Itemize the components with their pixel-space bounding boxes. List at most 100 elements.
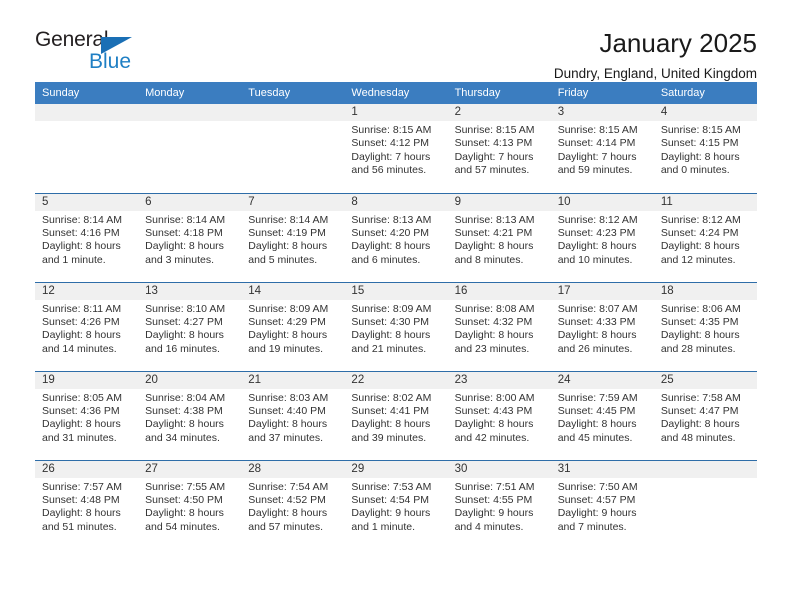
calendar-day-cell[interactable]: 1 Sunrise: 8:15 AM Sunset: 4:12 PM Daylight…: [344, 104, 448, 193]
sunset-text: Sunset: 4:15 PM: [660, 137, 739, 150]
sunrise-text: Sunrise: 8:08 AM: [454, 302, 535, 315]
day-number: 3: [550, 104, 654, 121]
calendar-day-cell[interactable]: 3 Sunrise: 8:15 AM Sunset: 4:14 PM Daylight…: [550, 104, 654, 193]
calendar-day-cell[interactable]: 9 Sunrise: 8:13 AM Sunset: 4:21 PM Daylight…: [447, 192, 551, 282]
weekday-header-wednesday: Wednesday: [344, 82, 448, 104]
daylight-text: Daylight: 8 hours: [660, 150, 740, 163]
daylight-text: Daylight: 8 hours: [351, 240, 431, 253]
day-cell-content: [241, 104, 345, 193]
sunset-text: Sunset: 4:47 PM: [660, 404, 739, 417]
day-cell-content: 5 Sunrise: 8:14 AM Sunset: 4:16 PM Daylight…: [35, 193, 139, 282]
calendar-day-cell[interactable]: 7 Sunrise: 8:14 AM Sunset: 4:19 PM Daylight…: [241, 192, 345, 282]
day-sun-info: Sunrise: 8:12 AM Sunset: 4:23 PM Daylight:…: [551, 211, 654, 268]
calendar-day-cell[interactable]: 19 Sunrise: 8:05 AM Sunset: 4:36 PM Dayligh…: [35, 370, 139, 460]
calendar-day-cell[interactable]: 27 Sunrise: 7:55 AM Sunset: 4:50 PM Dayligh…: [138, 459, 242, 549]
calendar-day-cell[interactable]: 26 Sunrise: 7:57 AM Sunset: 4:48 PM Dayligh…: [35, 459, 139, 549]
logo-text-blue: Blue: [89, 50, 132, 73]
sunrise-text: Sunrise: 8:11 AM: [42, 302, 122, 315]
daylight-text: Daylight: 8 hours: [145, 329, 224, 342]
day-number: 11: [653, 193, 757, 211]
calendar-day-cell[interactable]: 21 Sunrise: 8:03 AM Sunset: 4:40 PM Dayligh…: [241, 370, 345, 460]
calendar-day-cell[interactable]: 23 Sunrise: 8:00 AM Sunset: 4:43 PM Dayligh…: [447, 370, 551, 460]
day-number: 19: [35, 371, 139, 389]
daylight-text: and 4 minutes.: [454, 520, 524, 533]
day-cell-content: 2 Sunrise: 8:15 AM Sunset: 4:13 PM Daylight…: [447, 104, 551, 193]
day-cell-content: 1 Sunrise: 8:15 AM Sunset: 4:12 PM Daylight…: [344, 104, 448, 193]
sunrise-text: Sunrise: 8:04 AM: [145, 391, 226, 404]
calendar-day-cell[interactable]: 13 Sunrise: 8:10 AM Sunset: 4:27 PM Dayligh…: [138, 281, 242, 371]
sunset-text: Sunset: 4:24 PM: [660, 226, 739, 239]
sunrise-text: Sunrise: 7:55 AM: [145, 480, 226, 493]
daylight-text: Daylight: 8 hours: [660, 418, 740, 431]
day-sun-info: Sunrise: 7:58 AM Sunset: 4:47 PM Daylight:…: [654, 389, 757, 446]
day-number: 5: [35, 193, 139, 211]
day-sun-info: Sunrise: 8:10 AM Sunset: 4:27 PM Daylight:…: [138, 300, 241, 357]
calendar-day-cell[interactable]: 4 Sunrise: 8:15 AM Sunset: 4:15 PM Daylight…: [653, 104, 757, 193]
day-sun-info: Sunrise: 8:14 AM Sunset: 4:18 PM Daylight:…: [138, 211, 241, 268]
day-sun-info: Sunrise: 7:53 AM Sunset: 4:54 PM Daylight:…: [344, 478, 447, 535]
calendar-day-cell[interactable]: 29 Sunrise: 7:53 AM Sunset: 4:54 PM Dayligh…: [344, 459, 448, 549]
calendar-day-cell[interactable]: 24 Sunrise: 7:59 AM Sunset: 4:45 PM Dayligh…: [550, 370, 654, 460]
calendar-day-cell[interactable]: 18 Sunrise: 8:06 AM Sunset: 4:35 PM Dayligh…: [653, 281, 757, 371]
day-number: 20: [138, 371, 242, 389]
calendar-day-cell[interactable]: 15 Sunrise: 8:09 AM Sunset: 4:30 PM Dayligh…: [344, 281, 448, 371]
day-cell-content: 23 Sunrise: 8:00 AM Sunset: 4:43 PM Dayligh…: [447, 371, 551, 460]
title-block: January 2025 Dundry, England, United Kin…: [554, 28, 757, 83]
day-cell-content: 22 Sunrise: 8:02 AM Sunset: 4:41 PM Dayligh…: [344, 371, 448, 460]
sunset-text: Sunset: 4:35 PM: [660, 315, 739, 328]
calendar-day-cell[interactable]: 5 Sunrise: 8:14 AM Sunset: 4:16 PM Daylight…: [35, 192, 139, 282]
day-sun-info: Sunrise: 8:15 AM Sunset: 4:12 PM Daylight:…: [344, 121, 447, 178]
calendar-day-cell[interactable]: 30 Sunrise: 7:51 AM Sunset: 4:55 PM Dayligh…: [447, 459, 551, 550]
daylight-text: and 21 minutes.: [351, 342, 427, 355]
daylight-text: and 39 minutes.: [351, 431, 427, 444]
day-cell-content: 15 Sunrise: 8:09 AM Sunset: 4:30 PM Dayligh…: [344, 282, 448, 371]
sunrise-text: Sunrise: 8:06 AM: [660, 302, 741, 315]
day-number: 1: [344, 104, 448, 121]
day-cell-content: 4 Sunrise: 8:15 AM Sunset: 4:15 PM Daylight…: [653, 104, 757, 193]
daylight-text: and 1 minute.: [42, 253, 106, 266]
calendar-day-cell[interactable]: 6 Sunrise: 8:14 AM Sunset: 4:18 PM Daylight…: [138, 192, 242, 282]
calendar-week-row: 26 Sunrise: 7:57 AM Sunset: 4:48 PM Dayligh…: [35, 459, 757, 550]
daylight-text: Daylight: 8 hours: [145, 240, 224, 253]
sunrise-text: Sunrise: 8:13 AM: [454, 213, 535, 226]
calendar-day-cell[interactable]: 17 Sunrise: 8:07 AM Sunset: 4:33 PM Dayligh…: [550, 281, 654, 371]
calendar-day-cell[interactable]: 16 Sunrise: 8:08 AM Sunset: 4:32 PM Dayligh…: [447, 281, 551, 371]
day-cell-content: 9 Sunrise: 8:13 AM Sunset: 4:21 PM Daylight…: [447, 193, 551, 282]
calendar-day-cell-empty: [138, 104, 242, 193]
daylight-text: Daylight: 8 hours: [454, 329, 534, 342]
sunrise-text: Sunrise: 8:07 AM: [557, 302, 638, 315]
day-number: 29: [344, 460, 448, 478]
daylight-text: and 28 minutes.: [660, 342, 736, 355]
day-sun-info: Sunrise: 8:11 AM Sunset: 4:26 PM Daylight:…: [35, 300, 138, 357]
calendar-day-cell[interactable]: 2 Sunrise: 8:15 AM Sunset: 4:13 PM Daylight…: [447, 104, 551, 193]
day-cell-content: 19 Sunrise: 8:05 AM Sunset: 4:36 PM Dayligh…: [35, 371, 139, 460]
calendar-day-cell[interactable]: 28 Sunrise: 7:54 AM Sunset: 4:52 PM Dayligh…: [241, 459, 345, 549]
day-sun-info: Sunrise: 8:03 AM Sunset: 4:40 PM Daylight:…: [241, 389, 344, 446]
calendar-day-cell[interactable]: 11 Sunrise: 8:12 AM Sunset: 4:24 PM Dayligh…: [653, 192, 757, 282]
day-cell-content: 21 Sunrise: 8:03 AM Sunset: 4:40 PM Dayligh…: [241, 371, 345, 460]
generalblue-logo[interactable]: General Blue: [35, 28, 155, 80]
calendar-table: Sunday Monday Tuesday Wednesday Thursday Frid…: [35, 82, 757, 549]
day-cell-content: 30 Sunrise: 7:51 AM Sunset: 4:55 PM Dayligh…: [447, 460, 551, 550]
day-number: 27: [138, 460, 242, 478]
day-number: 15: [344, 282, 448, 300]
day-sun-info: Sunrise: 8:04 AM Sunset: 4:38 PM Daylight:…: [138, 389, 241, 446]
day-sun-info: Sunrise: 7:55 AM Sunset: 4:50 PM Daylight:…: [138, 478, 241, 535]
calendar-day-cell[interactable]: 22 Sunrise: 8:02 AM Sunset: 4:41 PM Dayligh…: [344, 370, 448, 460]
day-number: [138, 104, 242, 121]
sunset-text: Sunset: 4:26 PM: [42, 315, 120, 328]
day-cell-content: 16 Sunrise: 8:08 AM Sunset: 4:32 PM Dayligh…: [447, 282, 551, 371]
daylight-text: and 1 minute.: [351, 520, 416, 533]
calendar-day-cell[interactable]: 14 Sunrise: 8:09 AM Sunset: 4:29 PM Dayligh…: [241, 281, 345, 371]
day-number: 12: [35, 282, 139, 300]
sunrise-text: Sunrise: 8:14 AM: [248, 213, 329, 226]
sunrise-text: Sunrise: 8:14 AM: [145, 213, 226, 226]
daylight-text: Daylight: 8 hours: [42, 507, 121, 520]
calendar-day-cell[interactable]: 31 Sunrise: 7:50 AM Sunset: 4:57 PM Dayligh…: [550, 459, 654, 549]
calendar-day-cell[interactable]: 25 Sunrise: 7:58 AM Sunset: 4:47 PM Dayligh…: [653, 370, 757, 460]
calendar-day-cell[interactable]: 20 Sunrise: 8:04 AM Sunset: 4:38 PM Dayligh…: [138, 370, 242, 460]
calendar-day-cell[interactable]: 12 Sunrise: 8:11 AM Sunset: 4:26 PM Dayligh…: [35, 281, 139, 371]
calendar-day-cell[interactable]: 8 Sunrise: 8:13 AM Sunset: 4:20 PM Daylight…: [344, 192, 448, 282]
calendar-day-cell[interactable]: 10 Sunrise: 8:12 AM Sunset: 4:23 PM Dayligh…: [550, 192, 654, 282]
daylight-text: and 19 minutes.: [248, 342, 323, 355]
